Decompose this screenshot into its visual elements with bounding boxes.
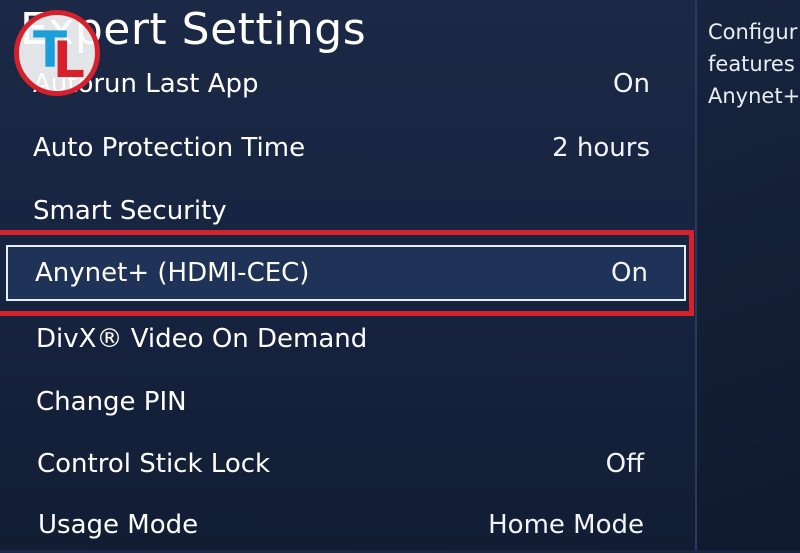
menu-item-value: Home Mode <box>488 510 644 540</box>
menu-item-label: Control Stick Lock <box>37 449 271 479</box>
menu-item-label: DivX® Video On Demand <box>36 324 368 354</box>
help-description: Configur features Anynet+ <box>708 16 800 112</box>
menu-item-anynet-hdmi-cec[interactable]: Anynet+ (HDMI-CEC) On <box>6 245 686 301</box>
menu-item-value: 2 hours <box>552 133 650 163</box>
menu-item-label: Anynet+ (HDMI-CEC) <box>35 258 310 288</box>
menu-item-value: Off <box>605 449 644 479</box>
menu-item-auto-protection-time[interactable]: Auto Protection Time 2 hours <box>0 120 688 176</box>
menu-item-label: Change PIN <box>36 387 187 417</box>
panel-divider <box>695 0 697 550</box>
menu-item-change-pin[interactable]: Change PIN <box>0 374 688 430</box>
tl-logo-icon: T L <box>14 10 100 96</box>
menu-item-autorun-last-app[interactable]: Autorun Last App On <box>0 56 688 112</box>
menu-item-usage-mode[interactable]: Usage Mode Home Mode <box>0 497 688 553</box>
help-line: features <box>708 52 795 76</box>
menu-item-label: Usage Mode <box>38 510 199 540</box>
help-line: Configur <box>708 20 798 44</box>
menu-item-value: On <box>611 258 648 288</box>
menu-item-label: Auto Protection Time <box>33 133 306 163</box>
menu-item-label: Smart Security <box>33 196 227 226</box>
menu-item-smart-security[interactable]: Smart Security <box>0 183 688 239</box>
help-line: Anynet+ <box>708 84 800 108</box>
menu-item-value: On <box>613 69 650 99</box>
menu-item-divx-video-on-demand[interactable]: DivX® Video On Demand <box>0 311 688 367</box>
menu-item-control-stick-lock[interactable]: Control Stick Lock Off <box>0 436 688 492</box>
